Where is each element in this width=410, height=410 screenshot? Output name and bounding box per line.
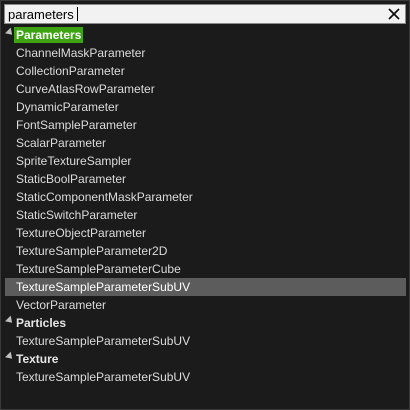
list-item[interactable]: ChannelMaskParameter [4,44,406,62]
list-item[interactable]: StaticComponentMaskParameter [4,188,406,206]
expanded-arrow-icon[interactable] [5,351,15,362]
list-item[interactable]: StaticBoolParameter [4,170,406,188]
list-item[interactable]: VectorParameter [4,296,406,314]
list-item[interactable]: TextureSampleParameterSubUV [4,332,406,350]
list-item[interactable]: TextureSampleParameter2D [4,242,406,260]
category-parameters[interactable]: Parameters [4,26,406,44]
close-icon [388,8,400,20]
list-item[interactable]: SpriteTextureSampler [4,152,406,170]
expanded-arrow-icon[interactable] [5,315,15,326]
clear-search-button[interactable] [387,7,401,21]
list-item[interactable]: CollectionParameter [4,62,406,80]
list-item[interactable]: StaticSwitchParameter [4,206,406,224]
category-label: Parameters [14,27,84,43]
list-item[interactable]: TextureObjectParameter [4,224,406,242]
list-item[interactable]: DynamicParameter [4,98,406,116]
category-label: Particles [16,316,67,330]
list-item[interactable]: CurveAtlasRowParameter [4,80,406,98]
category-particles[interactable]: Particles [4,314,406,332]
list-item[interactable]: TextureSampleParameterCube [4,260,406,278]
search-input[interactable] [8,6,378,22]
text-caret [77,7,78,21]
list-item[interactable]: ScalarParameter [4,134,406,152]
category-texture[interactable]: Texture [4,350,406,368]
list-item-selected[interactable]: TextureSampleParameterSubUV [5,278,406,296]
list-item[interactable]: TextureSampleParameterSubUV [4,368,406,386]
results-list: Parameters ChannelMaskParameter Collection… [4,26,406,386]
list-item[interactable]: FontSampleParameter [4,116,406,134]
category-label: Texture [16,352,59,366]
search-box[interactable] [4,4,406,24]
action-menu-panel: ParametersChannelMaskParameterCollection… [0,0,410,410]
